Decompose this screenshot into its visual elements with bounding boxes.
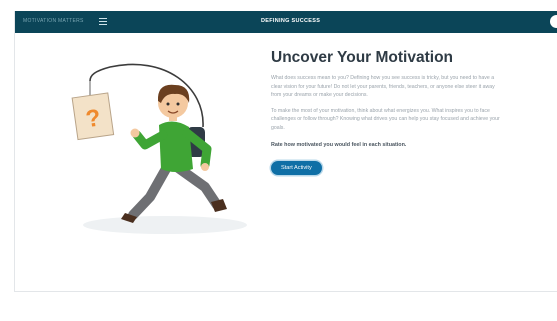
front-leg: [172, 162, 222, 210]
eye-left: [166, 102, 170, 106]
boy-chasing-question-sign-illustration: ?: [71, 63, 247, 234]
activity-prompt: Rate how motivated you would feel in eac…: [271, 141, 407, 148]
front-hand: [130, 128, 140, 138]
detail-paragraph: To make the most of your motivation, thi…: [271, 107, 500, 131]
start-activity-button[interactable]: Start Activity: [271, 160, 322, 175]
back-leg: [128, 162, 172, 220]
menu-icon[interactable]: [99, 18, 107, 26]
intro-paragraph: What does success mean to you? Defining …: [271, 75, 495, 99]
activity-frame: MOTIVATION MATTERS DEFINING SUCCESS ? Un…: [14, 11, 557, 292]
page-title: Uncover Your Motivation: [271, 49, 454, 66]
question-sign: ?: [71, 92, 115, 141]
ground-shadow: [83, 216, 247, 234]
back-hand: [201, 163, 209, 171]
close-icon[interactable]: [549, 14, 557, 29]
brand-name: MOTIVATION MATTERS: [23, 18, 84, 24]
eye-right: [176, 102, 180, 106]
top-bar: MOTIVATION MATTERS DEFINING SUCCESS: [15, 11, 557, 33]
front-arm: [132, 130, 168, 150]
section-title: DEFINING SUCCESS: [261, 18, 321, 24]
content-panel: Uncover Your Motivation What does succes…: [271, 49, 511, 175]
